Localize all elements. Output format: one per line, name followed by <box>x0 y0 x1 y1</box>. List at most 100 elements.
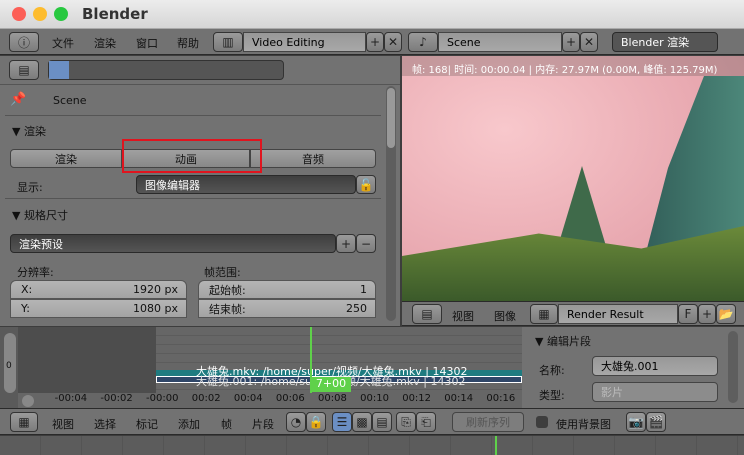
info-header: ⓘ 文件 渲染 窗口 帮助 ▥ Video Editing + ✕ ♪ Scen… <box>0 29 744 55</box>
image-viewport[interactable]: 帧: 168| 时间: 00:00.04 | 内存: 27.97M (0.00M… <box>402 56 744 301</box>
menu-view[interactable]: 视图 <box>52 416 74 432</box>
properties-editor-icon[interactable]: ▤ <box>9 60 39 80</box>
new-image-icon[interactable]: + <box>698 304 716 324</box>
menu-file[interactable]: 文件 <box>52 35 74 51</box>
render-section-title: 渲染 <box>23 125 46 138</box>
copy-icon[interactable]: ⎘ <box>396 412 416 432</box>
panel-scrollbar[interactable] <box>728 331 738 403</box>
view-type-icon[interactable]: ◔ <box>286 412 306 432</box>
layout-select[interactable]: Video Editing <box>243 32 366 52</box>
frame-range-label: 帧范围: <box>204 266 241 279</box>
properties-editor: ▤ 📌 Scene ▼ 渲染 渲染 动画 音频 显示: 图像编辑器 🔓 ▼ 规格… <box>0 56 400 326</box>
menu-add[interactable]: 添加 <box>178 416 200 432</box>
menu-help[interactable]: 帮助 <box>177 35 199 51</box>
time-ruler: -00:04 -00:02 -00:00 00:02 00:04 00:06 00:08 00… <box>18 393 522 408</box>
add-layout-icon[interactable]: + <box>366 32 384 52</box>
bottom-timeline[interactable] <box>0 436 744 455</box>
highlight-box <box>122 139 262 173</box>
x-value: 1920 px <box>133 283 178 296</box>
context-scene: Scene <box>53 94 87 107</box>
render-section-header[interactable]: ▼ 渲染 <box>12 123 46 139</box>
sequencer-view-icon[interactable]: ☰ <box>332 412 352 432</box>
remove-layout-icon[interactable]: ✕ <box>384 32 402 52</box>
menu-render[interactable]: 渲染 <box>94 35 116 51</box>
image-select[interactable]: Render Result <box>558 304 678 324</box>
resolution-x-field[interactable]: X: 1920 px <box>10 280 187 299</box>
properties-scrollbar[interactable] <box>386 86 396 321</box>
render-tab-icon[interactable] <box>49 61 69 79</box>
menu-marker[interactable]: 标记 <box>136 416 158 432</box>
channel-label: 0 <box>6 361 12 371</box>
render-audio-button[interactable]: 音频 <box>250 149 376 168</box>
time-tick: 00:10 <box>360 393 389 404</box>
add-scene-icon[interactable]: + <box>562 32 580 52</box>
edit-strip-header[interactable]: ▼ 编辑片段 <box>535 333 591 349</box>
image-editor-icon[interactable]: ▤ <box>412 304 442 324</box>
menu-frame[interactable]: 帧 <box>221 416 232 432</box>
info-editor-icon[interactable]: ⓘ <box>9 32 39 52</box>
title-bar: Blender <box>0 0 744 29</box>
preview-view-icon[interactable]: ▩ <box>352 412 372 432</box>
maximize-window-button[interactable] <box>54 7 68 21</box>
resolution-y-field[interactable]: Y: 1080 px <box>10 299 187 318</box>
menu-image[interactable]: 图像 <box>494 308 516 324</box>
strip-name-input[interactable]: 大雄兔.001 <box>592 356 718 376</box>
y-value: 1080 px <box>133 302 178 315</box>
start-frame-field[interactable]: 起始帧: 1 <box>198 280 376 299</box>
layout-icon[interactable]: ▥ <box>213 32 243 52</box>
close-window-button[interactable] <box>12 7 26 21</box>
sequencer-timeline[interactable]: 0 大雄兔.mkv: /home/super/视频/大雄兔.mkv | 1430… <box>0 327 522 408</box>
add-preset-icon[interactable]: + <box>336 234 356 253</box>
render-image-button[interactable]: 渲染 <box>10 149 122 168</box>
render-preset-select[interactable]: 渲染预设 <box>10 234 336 253</box>
render-animation-icon[interactable]: 🎬 <box>646 412 666 432</box>
backdrop-label: 使用背景图 <box>556 418 611 431</box>
menu-view[interactable]: 视图 <box>452 308 474 324</box>
strip-type-select: 影片 <box>592 382 718 402</box>
menu-window[interactable]: 窗口 <box>136 35 158 51</box>
display-label: 显示: <box>17 181 43 194</box>
dimensions-section-header[interactable]: ▼ 规格尺寸 <box>12 207 68 223</box>
start-value: 1 <box>360 283 367 296</box>
end-frame-field[interactable]: 结束帧: 250 <box>198 299 376 318</box>
image-browse-icon[interactable]: ▦ <box>530 304 558 324</box>
scene-icon[interactable]: ♪ <box>408 32 438 52</box>
current-frame-label: 7+00 <box>311 377 351 392</box>
lock-icon[interactable]: 🔒 <box>306 412 326 432</box>
lock-icon[interactable]: 🔓 <box>356 175 376 194</box>
render-image-icon[interactable]: 📷 <box>626 412 646 432</box>
fake-user-button[interactable]: F <box>678 304 698 324</box>
ruler-scroll-handle[interactable] <box>22 395 34 407</box>
name-label: 名称: <box>539 364 565 377</box>
time-tick: 00:04 <box>233 393 263 404</box>
time-tick: 00:16 <box>486 393 516 404</box>
render-engine-select[interactable]: Blender 渲染 <box>612 32 718 52</box>
menu-select[interactable]: 选择 <box>94 416 116 432</box>
remove-preset-icon[interactable]: − <box>356 234 376 253</box>
minimize-window-button[interactable] <box>33 7 47 21</box>
end-label: 结束帧: <box>209 302 246 316</box>
y-label: Y: <box>21 302 30 315</box>
strip-properties-panel: ▼ 编辑片段 名称: 大雄兔.001 类型: 影片 <box>522 327 744 408</box>
backdrop-checkbox[interactable] <box>536 416 548 428</box>
open-image-icon[interactable]: 📂 <box>716 304 736 324</box>
time-tick: -00:00 <box>146 393 179 404</box>
resolution-label: 分辨率: <box>17 266 54 279</box>
time-tick: 00:06 <box>275 393 305 404</box>
sequencer-preview-icon[interactable]: ▤ <box>372 412 392 432</box>
x-label: X: <box>21 283 33 296</box>
paste-icon[interactable]: ⎗ <box>416 412 436 432</box>
time-tick: 00:02 <box>191 393 221 404</box>
remove-scene-icon[interactable]: ✕ <box>580 32 598 52</box>
menu-strip[interactable]: 片段 <box>252 416 274 432</box>
start-label: 起始帧: <box>209 283 246 297</box>
type-label: 类型: <box>539 389 565 402</box>
display-select[interactable]: 图像编辑器 <box>136 175 356 194</box>
timeline-playhead[interactable] <box>495 436 497 455</box>
dimensions-section-title: 规格尺寸 <box>23 209 68 222</box>
time-tick: 00:12 <box>402 393 432 404</box>
sequencer-editor-icon[interactable]: ▦ <box>10 412 38 432</box>
scene-select[interactable]: Scene <box>438 32 562 52</box>
refresh-sequencer-button[interactable]: 刷新序列 <box>452 412 524 432</box>
pin-icon[interactable]: 📌 <box>10 92 26 107</box>
